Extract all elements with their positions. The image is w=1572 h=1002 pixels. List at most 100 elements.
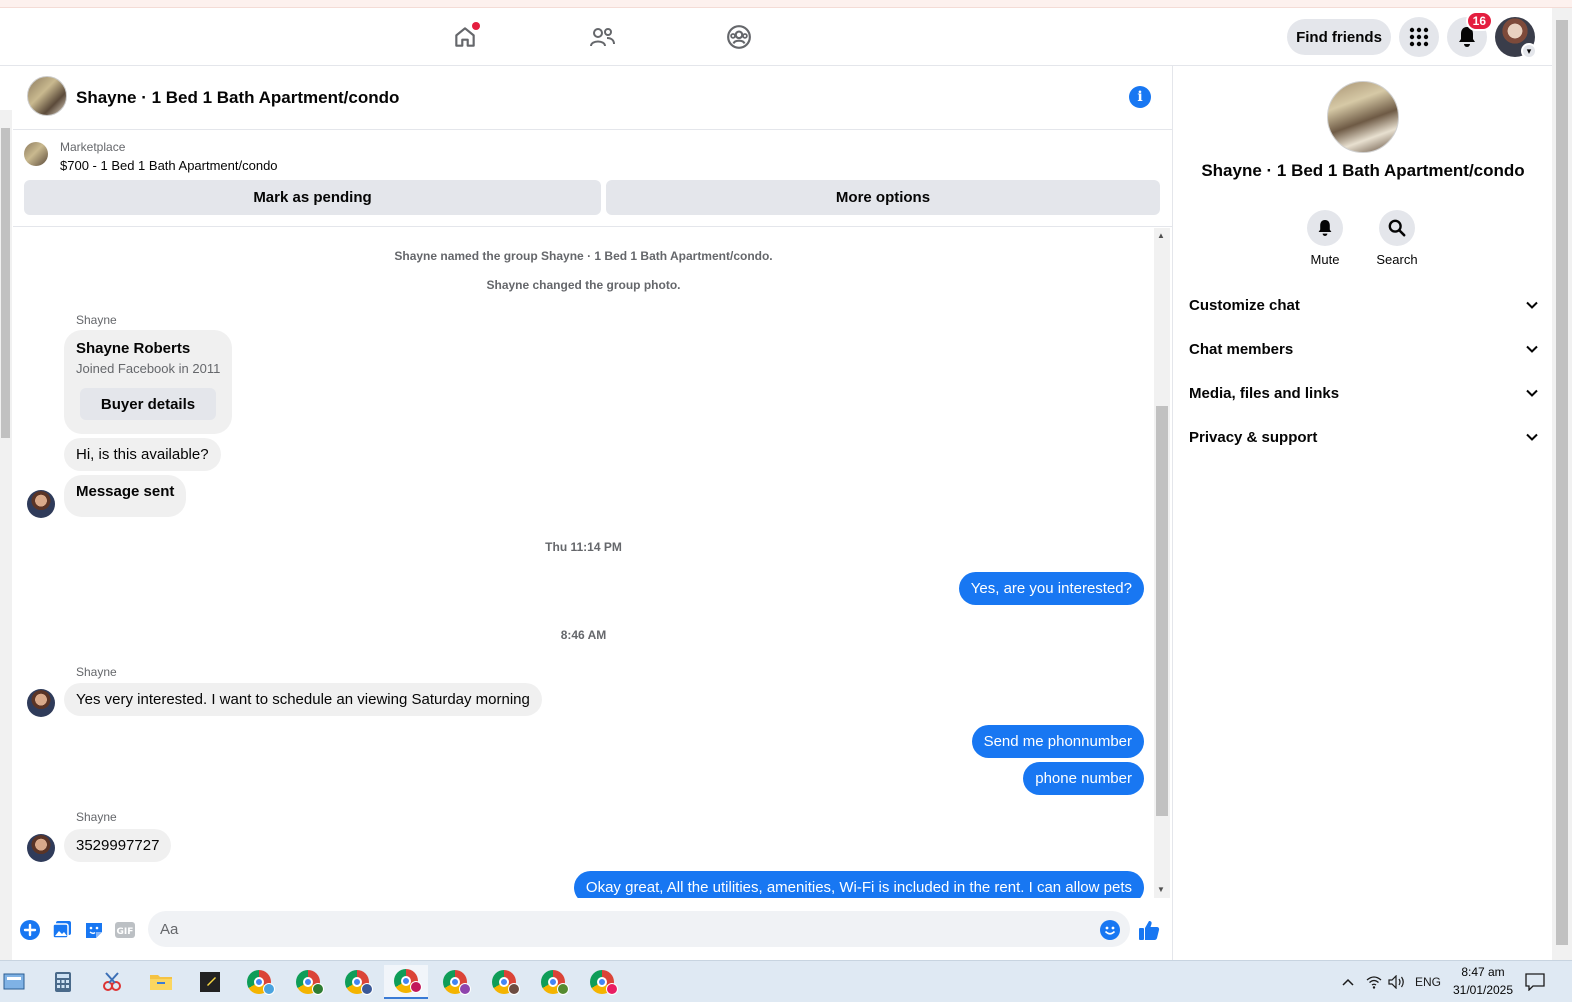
- system-message: Shayne changed the group photo.: [486, 278, 681, 292]
- search-icon[interactable]: [1379, 210, 1415, 246]
- outgoing-message[interactable]: Okay great, All the utilities, amenities…: [573, 871, 1144, 898]
- svg-text:GIF: GIF: [117, 927, 134, 937]
- customize-chat-row[interactable]: Customize chat: [1189, 287, 1539, 323]
- profile-badge-icon: [459, 983, 471, 995]
- group-photo[interactable]: [1327, 81, 1399, 153]
- buyer-details-button[interactable]: Buyer details: [80, 388, 216, 420]
- chat-title[interactable]: Shayne · 1 Bed 1 Bath Apartment/condo: [76, 88, 399, 108]
- snipping-tool-icon[interactable]: [90, 965, 134, 999]
- buyer-joined-text: Joined Facebook in 2011: [76, 361, 221, 376]
- sender-avatar[interactable]: [27, 834, 55, 862]
- incoming-message[interactable]: 3529997727: [64, 829, 172, 862]
- chevron-down-icon: [1526, 345, 1538, 353]
- mute-action[interactable]: Mute: [1295, 210, 1355, 267]
- system-clock[interactable]: 8:47 am 31/01/2025: [1448, 963, 1518, 999]
- notification-count-badge: 16: [1465, 11, 1493, 31]
- sticker-icon[interactable]: [83, 919, 105, 941]
- profile-badge-icon: [557, 983, 569, 995]
- chrome-profile-8-icon[interactable]: [580, 965, 624, 999]
- more-options-button[interactable]: More options: [606, 180, 1160, 215]
- profile-badge-icon: [312, 983, 324, 995]
- chrome-profile-6-icon[interactable]: [482, 965, 526, 999]
- profile-badge-icon: [361, 983, 373, 995]
- chrome-profile-3-icon[interactable]: [335, 965, 379, 999]
- buyer-profile-card: Shayne Roberts Joined Facebook in 2011 B…: [64, 330, 232, 434]
- chrome-profile-5-icon[interactable]: [433, 965, 477, 999]
- media-files-links-row[interactable]: Media, files and links: [1189, 375, 1539, 411]
- message-list[interactable]: Shayne named the group Shayne · 1 Bed 1 …: [13, 228, 1154, 898]
- outgoing-message[interactable]: phone number: [1023, 762, 1144, 795]
- buyer-name: Shayne Roberts: [76, 340, 191, 357]
- listing-title[interactable]: $700 - 1 Bed 1 Bath Apartment/condo: [60, 158, 278, 173]
- home-notification-dot: [472, 22, 480, 30]
- friends-icon[interactable]: [585, 20, 619, 54]
- bell-icon[interactable]: [1307, 210, 1343, 246]
- conversation-details-panel: Shayne · 1 Bed 1 Bath Apartment/condo Mu…: [1172, 66, 1552, 960]
- outgoing-message[interactable]: Yes, are you interested?: [958, 572, 1144, 605]
- language-indicator[interactable]: ENG: [1415, 961, 1441, 1002]
- sender-name: Shayne: [76, 665, 117, 679]
- chrome-profile-2-icon[interactable]: [286, 965, 330, 999]
- photo-icon[interactable]: [51, 919, 73, 941]
- profile-badge-icon: [263, 983, 275, 995]
- left-scrollbar-thumb[interactable]: [1, 128, 10, 438]
- chrome-profile-1-icon[interactable]: [237, 965, 281, 999]
- mute-label: Mute: [1310, 252, 1340, 267]
- info-icon[interactable]: i: [1129, 86, 1151, 108]
- groups-icon[interactable]: [722, 20, 756, 54]
- notification-center-icon[interactable]: [1525, 961, 1545, 1002]
- timestamp: 8:46 AM: [560, 628, 607, 642]
- volume-icon[interactable]: [1388, 961, 1406, 1002]
- incoming-message[interactable]: Yes very interested. I want to schedule …: [64, 683, 542, 716]
- gif-icon[interactable]: GIF: [114, 919, 136, 941]
- row-label: Chat members: [1189, 340, 1294, 358]
- home-icon[interactable]: [448, 20, 482, 54]
- calculator-icon[interactable]: [41, 965, 85, 999]
- sticky-notes-icon[interactable]: [188, 965, 232, 999]
- search-action[interactable]: Search: [1367, 210, 1427, 267]
- chevron-down-icon[interactable]: ▾: [1521, 43, 1537, 59]
- wifi-icon[interactable]: [1366, 961, 1382, 1002]
- profile-badge-icon: [606, 983, 618, 995]
- incoming-message[interactable]: Message sent: [64, 475, 187, 517]
- group-avatar[interactable]: [27, 76, 67, 116]
- scroll-up-arrow-icon[interactable]: ▲: [1157, 231, 1165, 240]
- chevron-down-icon: [1526, 301, 1538, 309]
- page-scrollbar-thumb[interactable]: [1556, 20, 1568, 945]
- notifications-button[interactable]: 16: [1447, 11, 1493, 57]
- scroll-down-arrow-icon[interactable]: ▼: [1157, 885, 1165, 894]
- control-panel-icon[interactable]: [0, 965, 36, 999]
- row-label: Customize chat: [1189, 296, 1300, 314]
- chat-members-row[interactable]: Chat members: [1189, 331, 1539, 367]
- sender-avatar[interactable]: [27, 689, 55, 717]
- messages-scrollbar-thumb[interactable]: [1156, 406, 1168, 816]
- emoji-icon[interactable]: [1099, 919, 1121, 941]
- listing-thumbnail[interactable]: [24, 142, 48, 166]
- chrome-profile-7-icon[interactable]: [531, 965, 575, 999]
- incoming-message[interactable]: Hi, is this available?: [64, 438, 221, 471]
- menu-grid-icon[interactable]: [1399, 17, 1439, 57]
- left-scrollbar[interactable]: [0, 110, 12, 960]
- panel-title: Shayne · 1 Bed 1 Bath Apartment/condo: [1201, 161, 1525, 180]
- chat-header: Shayne · 1 Bed 1 Bath Apartment/condo i: [13, 66, 1172, 130]
- plus-icon[interactable]: [19, 919, 41, 941]
- message-input[interactable]: [148, 911, 1130, 947]
- page-scrollbar[interactable]: [1552, 8, 1572, 960]
- sender-avatar[interactable]: [27, 490, 55, 518]
- clock-date: 31/01/2025: [1452, 983, 1514, 997]
- messages-scrollbar[interactable]: ▲ ▼: [1154, 228, 1170, 898]
- show-hidden-icons-chevron-icon[interactable]: [1341, 961, 1355, 1002]
- chevron-down-icon: [1526, 433, 1538, 441]
- find-friends-button[interactable]: Find friends: [1287, 19, 1391, 55]
- privacy-support-row[interactable]: Privacy & support: [1189, 419, 1539, 455]
- message-composer: GIF: [13, 900, 1172, 960]
- chrome-profile-4-icon[interactable]: [384, 965, 428, 999]
- mark-as-pending-button[interactable]: Mark as pending: [24, 180, 601, 215]
- row-label: Media, files and links: [1189, 384, 1340, 402]
- thumbs-up-icon[interactable]: [1138, 919, 1160, 941]
- outgoing-message[interactable]: Send me phonnumber: [971, 725, 1144, 758]
- sender-name: Shayne: [76, 313, 117, 327]
- profile-badge-icon: [508, 983, 520, 995]
- row-label: Privacy & support: [1189, 428, 1318, 446]
- file-explorer-icon[interactable]: [139, 965, 183, 999]
